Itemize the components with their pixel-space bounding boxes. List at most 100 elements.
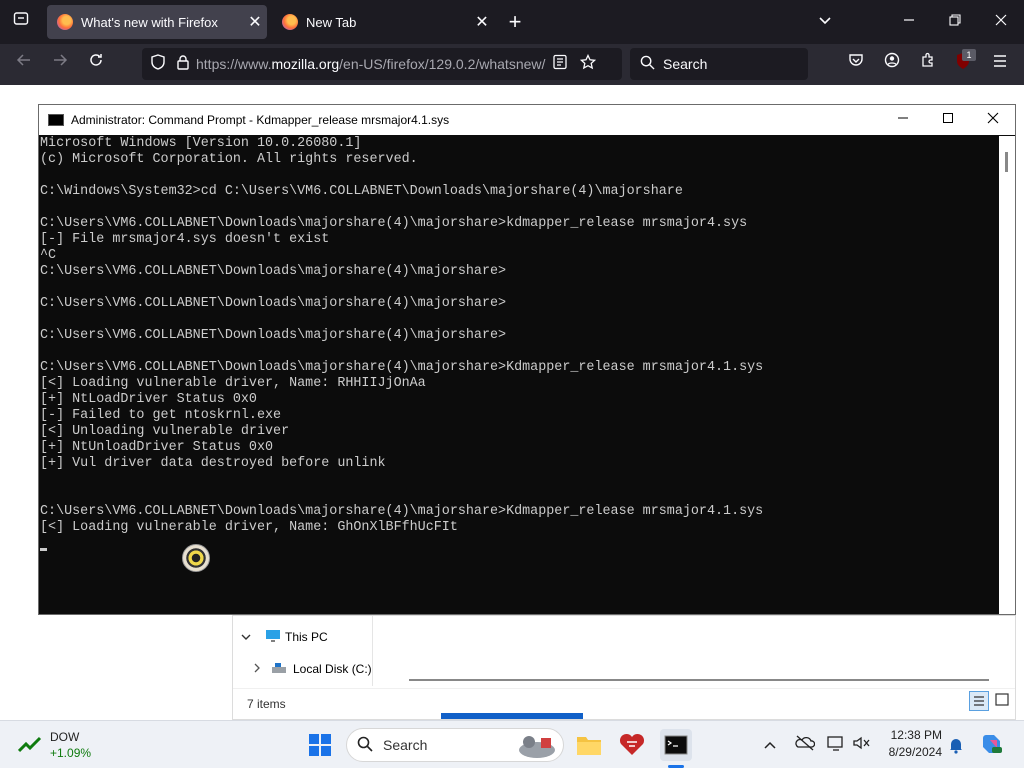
nav-item-label: Local Disk (C:) xyxy=(293,662,372,676)
cmd-app-icon xyxy=(48,114,64,126)
menu-icon[interactable] xyxy=(985,52,1015,76)
nav-item-this-pc[interactable]: This PC xyxy=(241,626,328,648)
restore-button[interactable] xyxy=(940,10,970,34)
cmd-title-bar[interactable]: Administrator: Command Prompt - Kdmapper… xyxy=(39,105,1015,135)
console-line: [-] Failed to get ntoskrnl.exe xyxy=(40,408,282,423)
taskbar-search[interactable]: Search xyxy=(346,728,564,762)
forward-icon[interactable] xyxy=(45,52,75,76)
tab-list-icon[interactable] xyxy=(6,10,36,34)
app-icon-heart[interactable] xyxy=(616,729,648,761)
console-line: C:\Users\VM6.COLLABNET\Downloads\majorsh… xyxy=(40,264,507,279)
lock-icon[interactable] xyxy=(176,54,190,75)
taskbar-preview-strip xyxy=(441,713,583,719)
console-line: [+] NtUnloadDriver Status 0x0 xyxy=(40,440,274,455)
pocket-icon[interactable] xyxy=(841,52,871,76)
reload-icon[interactable] xyxy=(81,52,111,76)
console-line: C:\Users\VM6.COLLABNET\Downloads\majorsh… xyxy=(40,504,764,519)
explorer-nav-pane: This PC Local Disk (C:) xyxy=(233,616,373,686)
nav-item-label: This PC xyxy=(285,630,328,644)
search-placeholder: Search xyxy=(663,56,708,72)
start-icon[interactable] xyxy=(304,729,336,761)
tab-label: New Tab xyxy=(306,14,357,30)
tiles-view-icon[interactable] xyxy=(993,691,1013,711)
tab-whats-new[interactable]: What's new with Firefox ✕ xyxy=(47,5,267,39)
search-highlight-icon xyxy=(515,732,559,763)
console-line: C:\Users\VM6.COLLABNET\Downloads\majorsh… xyxy=(40,296,507,311)
clock-date[interactable]: 8/29/2024 xyxy=(880,745,942,759)
back-icon[interactable] xyxy=(9,52,39,76)
url-path: /en-US/firefox/129.0.2/whatsnew/ xyxy=(339,56,546,72)
console-line: [+] Vul driver data destroyed before unl… xyxy=(40,456,386,471)
console-line: [-] File mrsmajor4.sys doesn't exist xyxy=(40,232,330,247)
text-cursor xyxy=(40,548,47,551)
console-line: C:\Users\VM6.COLLABNET\Downloads\majorsh… xyxy=(40,216,748,231)
widgets-stock[interactable]: DOW +1.09% xyxy=(16,729,106,761)
drive-icon xyxy=(271,662,293,677)
horizontal-scrollbar[interactable] xyxy=(409,679,989,681)
tab-new-tab[interactable]: New Tab ✕ xyxy=(272,5,494,39)
url-bar[interactable]: https://www.mozilla.org/en-US/firefox/12… xyxy=(142,48,622,80)
close-window-button[interactable] xyxy=(970,105,1016,135)
extensions-icon[interactable] xyxy=(913,52,943,76)
search-icon xyxy=(357,736,373,755)
details-view-icon[interactable] xyxy=(969,691,989,711)
new-tab-button[interactable]: + xyxy=(500,10,530,34)
copilot-icon[interactable] xyxy=(980,732,1004,759)
clock-time[interactable]: 12:38 PM xyxy=(884,728,942,742)
vertical-scrollbar[interactable] xyxy=(999,136,1015,614)
console-line: Microsoft Windows [Version 10.0.26080.1] xyxy=(40,136,362,151)
minimize-button[interactable] xyxy=(880,105,926,135)
window-title: Administrator: Command Prompt - Kdmapper… xyxy=(71,113,450,127)
file-explorer-window: This PC Local Disk (C:) 7 items xyxy=(232,615,1016,720)
search-icon xyxy=(640,55,655,73)
close-window-button[interactable] xyxy=(986,10,1016,34)
stock-change: +1.09% xyxy=(50,746,92,760)
volume-icon[interactable] xyxy=(852,735,872,754)
browser-tab-bar: What's new with Firefox ✕ New Tab ✕ + xyxy=(0,0,1024,44)
reader-view-icon[interactable] xyxy=(552,54,568,75)
status-bar: 7 items xyxy=(233,688,1015,718)
console-line: C:\Windows\System32>cd C:\Users\VM6.COLL… xyxy=(40,184,683,199)
url-domain: mozilla.org xyxy=(271,56,340,72)
console-output[interactable]: Microsoft Windows [Version 10.0.26080.1]… xyxy=(39,136,999,614)
close-icon[interactable]: ✕ xyxy=(470,12,494,32)
firefox-icon xyxy=(57,14,73,30)
console-line: C:\Users\VM6.COLLABNET\Downloads\majorsh… xyxy=(40,360,764,375)
nav-item-local-disk[interactable]: Local Disk (C:) xyxy=(253,658,372,680)
file-explorer-icon[interactable] xyxy=(573,729,605,761)
minimize-button[interactable] xyxy=(894,10,924,34)
chevron-down-icon[interactable] xyxy=(810,10,840,34)
stock-chart-icon xyxy=(17,735,42,758)
console-line: (c) Microsoft Corporation. All rights re… xyxy=(40,152,418,167)
tracking-shield-icon[interactable] xyxy=(150,53,166,75)
scrollbar-thumb[interactable] xyxy=(1005,152,1008,172)
network-off-icon[interactable] xyxy=(795,735,816,754)
console-line: [+] NtLoadDriver Status 0x0 xyxy=(40,392,257,407)
maximize-button[interactable] xyxy=(925,105,971,135)
console-line: [<] Unloading vulnerable driver xyxy=(40,424,290,439)
notification-bell-icon[interactable] xyxy=(948,736,964,757)
account-icon[interactable] xyxy=(877,52,907,76)
monitor-icon xyxy=(265,629,285,646)
chevron-down-icon[interactable] xyxy=(241,630,259,644)
close-icon[interactable]: ✕ xyxy=(243,12,267,32)
search-input[interactable]: Search xyxy=(630,48,808,80)
bookmark-star-icon[interactable] xyxy=(579,53,597,75)
browser-nav-bar: https://www.mozilla.org/en-US/firefox/12… xyxy=(0,44,1024,85)
chevron-right-icon[interactable] xyxy=(253,662,271,676)
item-count: 7 items xyxy=(247,696,286,711)
stock-name: DOW xyxy=(50,730,80,744)
display-icon[interactable] xyxy=(826,735,846,754)
url-text[interactable]: https://www.mozilla.org/en-US/firefox/12… xyxy=(196,56,546,72)
tab-label: What's new with Firefox xyxy=(81,14,218,30)
search-label: Search xyxy=(383,737,428,753)
chevron-up-icon[interactable] xyxy=(764,737,776,753)
terminal-icon[interactable] xyxy=(660,729,692,761)
command-prompt-window[interactable]: Administrator: Command Prompt - Kdmapper… xyxy=(38,104,1016,615)
